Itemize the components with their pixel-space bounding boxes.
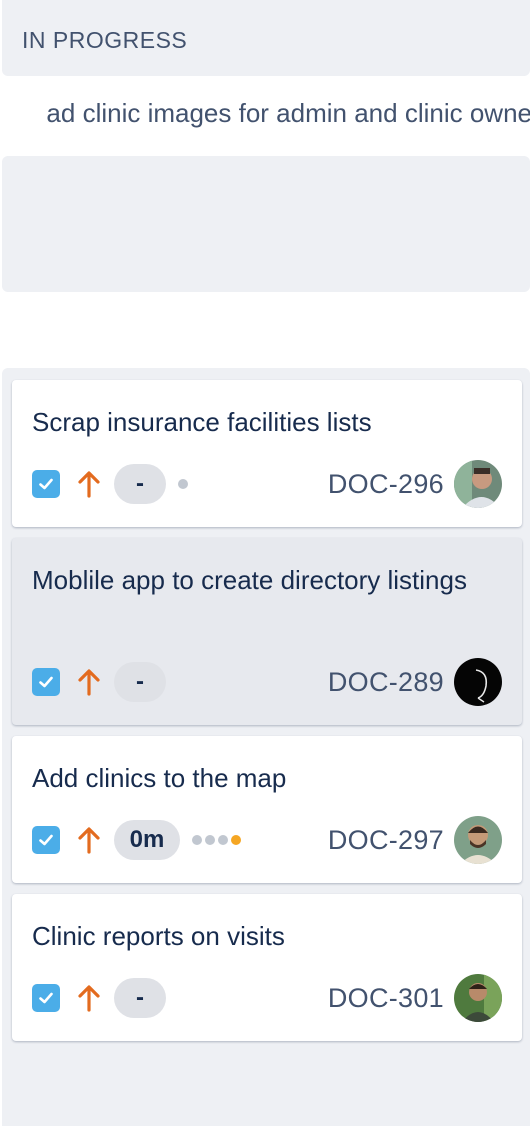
issue-card[interactable]: Clinic reports on visits - DOC-301 xyxy=(12,894,522,1041)
subtask-progress xyxy=(192,835,244,845)
issue-key[interactable]: DOC-289 xyxy=(328,667,444,698)
issue-title: Add clinics to the map xyxy=(32,763,287,793)
checkbox-icon xyxy=(32,470,60,498)
priority-arrow-up-icon xyxy=(76,667,102,697)
checkbox-icon xyxy=(32,984,60,1012)
subtask-progress xyxy=(178,479,191,489)
epic-title: ad clinic images for admin and clinic ow… xyxy=(46,98,530,128)
epic-title-row[interactable]: ad clinic images for admin and clinic ow… xyxy=(0,96,530,136)
issue-key[interactable]: DOC-296 xyxy=(328,469,444,500)
avatar[interactable] xyxy=(454,816,502,864)
issue-card[interactable]: Scrap insurance facilities lists - DOC-2… xyxy=(12,380,522,527)
issue-card[interactable]: Add clinics to the map 0m DOC-297 xyxy=(12,736,522,883)
column-title: IN PROGRESS xyxy=(22,27,188,53)
issue-title: Scrap insurance facilities lists xyxy=(32,407,372,437)
avatar[interactable] xyxy=(454,658,502,706)
issue-meta-row: - DOC-289 xyxy=(32,658,502,706)
issue-card-selected[interactable]: Moblile app to create directory listings… xyxy=(12,538,522,725)
priority-arrow-up-icon xyxy=(76,469,102,499)
empty-dropzone xyxy=(2,156,530,292)
checkbox-icon xyxy=(32,826,60,854)
avatar[interactable] xyxy=(454,974,502,1022)
issue-meta-row: - DOC-301 xyxy=(32,974,502,1022)
avatar[interactable] xyxy=(454,460,502,508)
checkbox-icon xyxy=(32,668,60,696)
issue-title: Clinic reports on visits xyxy=(32,921,285,951)
estimate-badge: 0m xyxy=(114,820,180,860)
estimate-badge: - xyxy=(114,978,166,1018)
issue-key[interactable]: DOC-301 xyxy=(328,983,444,1014)
issue-key[interactable]: DOC-297 xyxy=(328,825,444,856)
issue-meta-row: - DOC-296 xyxy=(32,460,502,508)
issue-meta-row: 0m DOC-297 xyxy=(32,816,502,864)
column-header: IN PROGRESS xyxy=(2,0,530,76)
priority-arrow-up-icon xyxy=(76,825,102,855)
priority-arrow-up-icon xyxy=(76,983,102,1013)
estimate-badge: - xyxy=(114,464,166,504)
estimate-badge: - xyxy=(114,662,166,702)
issue-title: Moblile app to create directory listings xyxy=(32,565,467,595)
